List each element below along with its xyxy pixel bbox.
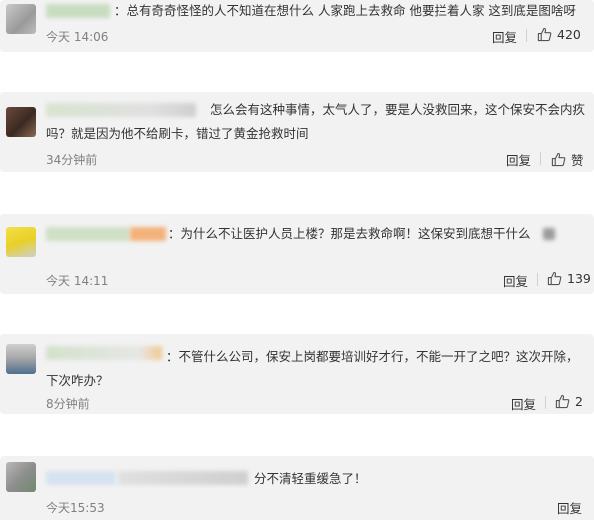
- comment-card: 分不清轻重缓急了！ 今天15:53 回复: [0, 456, 594, 520]
- reply-button[interactable]: 回复: [511, 394, 536, 413]
- like-count: 420: [557, 27, 581, 42]
- like-button[interactable]: 420: [537, 27, 581, 42]
- username-blurred: [118, 471, 248, 485]
- comment-card: 怎么会有这种事情，太气人了，要是人没救回来，这个保安不会内疚 吗？就是因为他不给…: [0, 92, 594, 172]
- divider: [526, 29, 527, 42]
- username-blurred[interactable]: [46, 227, 130, 241]
- username-blurred[interactable]: [46, 103, 196, 117]
- divider: [537, 273, 538, 286]
- comment-time: 今天 14:11: [46, 274, 109, 288]
- username-blurred: [130, 227, 166, 241]
- reply-button[interactable]: 回复: [492, 27, 517, 46]
- thumbs-up-icon: [551, 152, 566, 167]
- divider: [545, 396, 546, 409]
- comment-text: ：不管什么公司，保安上岗都要培训好才行，不能一开了之吧？这次开除，: [166, 349, 579, 364]
- emoji-blurred: [543, 228, 555, 240]
- comment-time: 34分钟前: [46, 153, 98, 167]
- comment-time: 今天15:53: [46, 501, 105, 515]
- comment-card: ：为什么不让医护人员上楼？那是去救命啊！这保安到底想干什么 今天 14:11 回…: [0, 214, 594, 294]
- avatar[interactable]: [6, 4, 36, 34]
- thumbs-up-icon: [555, 394, 570, 409]
- avatar[interactable]: [6, 462, 36, 492]
- comment-text: ：总有奇奇怪怪的人不知道在想什么 人家跑上去救命 他要拦着人家 这到底是图啥呀: [114, 3, 576, 18]
- comment-time: 今天 14:06: [46, 30, 109, 44]
- comment-text: 下次咋办？: [46, 373, 109, 388]
- comment-text: ：为什么不让医护人员上楼？那是去救命啊！这保安到底想干什么: [168, 226, 531, 241]
- avatar[interactable]: [6, 227, 36, 257]
- like-count: 139: [567, 271, 591, 286]
- comment-text: 怎么会有这种事情，太气人了，要是人没救回来，这个保安不会内疚: [210, 102, 586, 117]
- like-count: 2: [575, 394, 583, 409]
- reply-button[interactable]: 回复: [557, 498, 582, 517]
- avatar[interactable]: [6, 344, 36, 374]
- username-blurred[interactable]: [46, 4, 110, 18]
- comment-time: 8分钟前: [46, 397, 90, 411]
- divider: [540, 152, 541, 165]
- thumbs-up-icon: [537, 27, 552, 42]
- reply-button[interactable]: 回复: [503, 271, 528, 290]
- thumbs-up-icon: [547, 271, 562, 286]
- like-button[interactable]: 139: [547, 271, 591, 286]
- username-blurred[interactable]: [46, 471, 116, 485]
- username-blurred[interactable]: [46, 346, 162, 360]
- comment-text: 吗？就是因为他不给刷卡，错过了黄金抢救时间: [46, 126, 309, 141]
- like-button[interactable]: 赞: [551, 150, 584, 169]
- like-label: 赞: [571, 153, 584, 168]
- reply-button[interactable]: 回复: [506, 150, 531, 169]
- comment-card: ：不管什么公司，保安上岗都要培训好才行，不能一开了之吧？这次开除， 下次咋办？ …: [0, 334, 594, 414]
- comment-card: ：总有奇奇怪怪的人不知道在想什么 人家跑上去救命 他要拦着人家 这到底是图啥呀 …: [0, 0, 594, 52]
- comment-text: 分不清轻重缓急了！: [254, 471, 367, 486]
- like-button[interactable]: 2: [555, 394, 583, 409]
- avatar[interactable]: [6, 107, 36, 137]
